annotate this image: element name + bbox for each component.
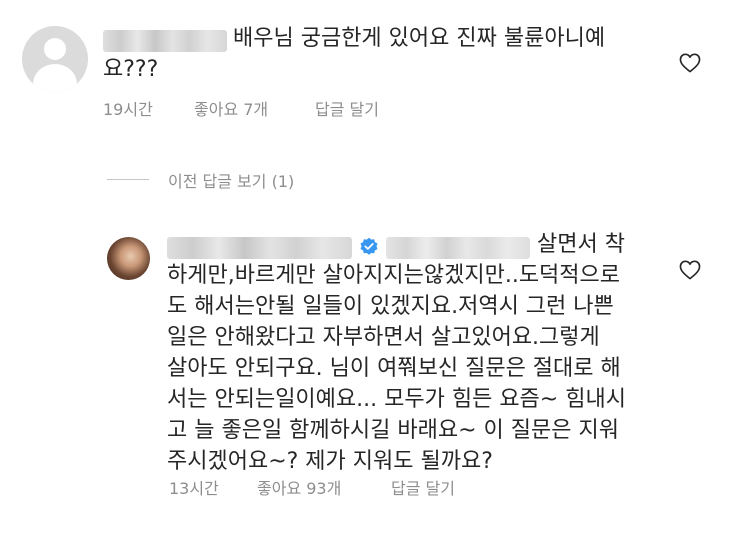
- reply-meta: 13시간 좋아요 93개 답글 달기: [169, 475, 569, 498]
- heart-outline-icon[interactable]: [679, 260, 701, 280]
- reply-text-line: 살아도 안되구요. 님이 여쭤보신 질문은 절대로 해: [167, 356, 621, 381]
- blurred-replier-username[interactable]: [167, 237, 352, 259]
- reply-like-count[interactable]: 좋아요 93개: [257, 475, 341, 499]
- replies-divider: [107, 179, 149, 180]
- blurred-username[interactable]: [103, 30, 227, 52]
- reply-time[interactable]: 13시간: [169, 475, 219, 499]
- replier-avatar[interactable]: [107, 237, 150, 280]
- commenter-avatar[interactable]: [22, 26, 88, 92]
- view-previous-replies-button[interactable]: 이전 답글 보기 (1): [168, 168, 294, 192]
- comment-time[interactable]: 19시간: [103, 96, 153, 120]
- comment-text: 배우님 궁금한게 있어요 진짜 불륜아니예: [233, 24, 605, 54]
- comment-meta: 19시간 좋아요 7개 답글 달기: [103, 96, 503, 119]
- heart-outline-icon[interactable]: [679, 53, 701, 73]
- reply-text-line: 하게만,바르게만 살아지지는않겠지만..도덕적으로: [167, 263, 621, 288]
- comment-text-line2: 요???: [103, 57, 159, 82]
- verified-badge-icon: [360, 237, 378, 255]
- reply-reply-button[interactable]: 답글 달기: [391, 475, 455, 499]
- reply-text-line: 고 늘 좋은일 함께하시길 바래요~ 이 질문은 지워: [167, 418, 619, 443]
- comment-reply-button[interactable]: 답글 달기: [315, 96, 379, 120]
- reply-text-line: 도 해서는안될 일들이 있겠지요.저역시 그런 나쁜: [167, 294, 614, 319]
- comment-text-continued: 요???: [103, 55, 158, 85]
- reply-text-line: 주시겠어요~? 제가 지워도 될까요?: [167, 449, 493, 474]
- comment-like-count[interactable]: 좋아요 7개: [194, 96, 268, 120]
- reply-text-line: 살면서 착: [537, 232, 625, 257]
- default-avatar-icon: [44, 38, 66, 60]
- reply-text-line: 서는 안되는일이예요... 모두가 힘든 요즘~ 힘내시: [167, 387, 626, 412]
- blurred-mention[interactable]: [386, 237, 530, 259]
- comment-text-line1: 배우님 궁금한게 있어요 진짜 불륜아니예: [233, 26, 606, 51]
- reply-text-line: 일은 안해왔다고 자부하면서 살고있어요.그렇게: [167, 325, 600, 350]
